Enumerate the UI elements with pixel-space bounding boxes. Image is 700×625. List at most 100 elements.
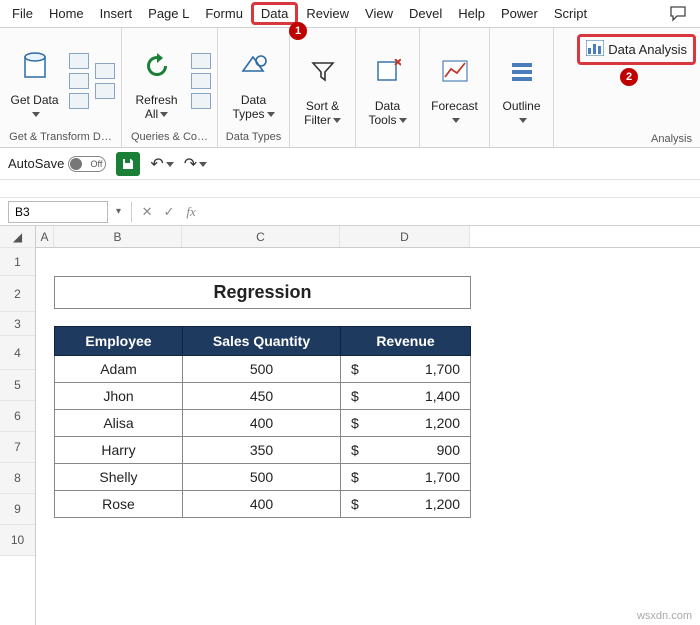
menu-pagel[interactable]: Page L (140, 2, 197, 25)
group-label-data-types: Data Types (224, 129, 283, 145)
cell-qty[interactable]: 400 (183, 491, 341, 518)
table-row[interactable]: Jhon450$1,400 (55, 383, 471, 410)
cell-revenue[interactable]: $1,700 (341, 356, 471, 383)
menu-help[interactable]: Help (450, 2, 493, 25)
menu-view[interactable]: View (357, 2, 401, 25)
grid-area[interactable]: ABCD Regression EmployeeSales QuantityRe… (36, 226, 700, 625)
ribbon-group-get-transform: Get Data Get & Transform D… (0, 28, 122, 147)
refresh-icon (143, 40, 171, 92)
table-row[interactable]: Harry350$900 (55, 437, 471, 464)
data-tools-button[interactable]: Data Tools (362, 44, 413, 130)
group-label-forecast (426, 141, 483, 145)
column-header[interactable]: D (340, 226, 470, 247)
cell-revenue[interactable]: $900 (341, 437, 471, 464)
formula-bar-row: ▾ ✕ ✓ fx (0, 198, 700, 226)
cell-revenue[interactable]: $1,200 (341, 410, 471, 437)
row-header[interactable]: 6 (0, 401, 35, 432)
save-button[interactable] (116, 152, 140, 176)
table-title: Regression (55, 277, 471, 309)
menu-home[interactable]: Home (41, 2, 92, 25)
cancel-formula-icon[interactable]: ✕ (136, 204, 158, 220)
data-analysis-label: Data Analysis (608, 42, 687, 57)
data-types-icon (239, 40, 269, 92)
row-header[interactable]: 4 (0, 336, 35, 370)
cell-employee[interactable]: Adam (55, 356, 183, 383)
data-types-button[interactable]: Data Types (224, 38, 283, 124)
row-header[interactable]: 2 (0, 276, 35, 312)
row-header[interactable]: 1 (0, 248, 35, 276)
select-all-corner[interactable]: ◢ (0, 226, 35, 248)
sort-filter-button[interactable]: Sort & Filter (296, 44, 349, 130)
table-row[interactable]: Alisa400$1,200 (55, 410, 471, 437)
cell-employee[interactable]: Jhon (55, 383, 183, 410)
column-header[interactable]: C (182, 226, 340, 247)
table-header: Revenue (341, 327, 471, 356)
get-transform-small-buttons-2[interactable] (95, 63, 115, 99)
column-header[interactable]: A (36, 226, 54, 247)
autosave-toggle[interactable]: AutoSave Off (8, 156, 106, 172)
get-transform-small-buttons[interactable] (69, 53, 89, 109)
table-header: Employee (55, 327, 183, 356)
data-analysis-button[interactable]: Data Analysis (577, 34, 696, 65)
row-header[interactable]: 10 (0, 525, 35, 556)
group-label-outline (496, 141, 547, 145)
forecast-label: Forecast (431, 99, 478, 113)
get-data-button[interactable]: Get Data (6, 38, 63, 124)
outline-button[interactable]: Outline (496, 44, 547, 130)
group-label-sort-filter (296, 141, 349, 145)
column-header[interactable]: B (54, 226, 182, 247)
menu-script[interactable]: Script (546, 2, 595, 25)
menu-insert[interactable]: Insert (92, 2, 141, 25)
cell-qty[interactable]: 450 (183, 383, 341, 410)
cell-employee[interactable]: Rose (55, 491, 183, 518)
cell-employee[interactable]: Shelly (55, 464, 183, 491)
cell-employee[interactable]: Harry (55, 437, 183, 464)
cell-employee[interactable]: Alisa (55, 410, 183, 437)
menu-file[interactable]: File (4, 2, 41, 25)
fx-icon[interactable]: fx (180, 204, 202, 220)
row-header[interactable]: 3 (0, 312, 35, 336)
menu-power[interactable]: Power (493, 2, 546, 25)
ribbon-group-outline: Outline (490, 28, 554, 147)
table-header: Sales Quantity (183, 327, 341, 356)
cell-revenue[interactable]: $1,400 (341, 383, 471, 410)
undo-button[interactable]: ↶ (150, 154, 173, 174)
name-box[interactable] (8, 201, 108, 223)
table-row[interactable]: Shelly500$1,700 (55, 464, 471, 491)
queries-small-buttons[interactable] (191, 53, 211, 109)
data-analysis-icon (586, 40, 604, 59)
regression-table: Regression EmployeeSales QuantityRevenue… (54, 276, 471, 518)
ribbon-group-queries: Refresh All Queries & Co… (122, 28, 218, 147)
row-header[interactable]: 5 (0, 370, 35, 401)
menu-formu[interactable]: Formu (197, 2, 251, 25)
annotation-badge-2: 2 (620, 68, 638, 86)
refresh-all-button[interactable]: Refresh All (128, 38, 185, 124)
ribbon-group-sort-filter: Sort & Filter (290, 28, 356, 147)
refresh-all-label: Refresh All (135, 93, 177, 121)
menu-review[interactable]: Review (298, 2, 357, 25)
data-tools-label: Data Tools (368, 99, 400, 127)
menu-bar: FileHomeInsertPage LFormuDataReviewViewD… (0, 0, 700, 28)
redo-button[interactable]: ↷ (184, 154, 207, 174)
cell-qty[interactable]: 500 (183, 464, 341, 491)
comments-icon[interactable] (662, 2, 696, 26)
menu-devel[interactable]: Devel (401, 2, 450, 25)
outline-label: Outline (502, 99, 540, 113)
row-header[interactable]: 9 (0, 494, 35, 525)
row-header[interactable]: 8 (0, 463, 35, 494)
enter-formula-icon[interactable]: ✓ (158, 204, 180, 220)
table-row[interactable]: Adam500$1,700 (55, 356, 471, 383)
cell-revenue[interactable]: $1,700 (341, 464, 471, 491)
forecast-button[interactable]: Forecast (426, 44, 483, 130)
menu-data[interactable]: Data (251, 2, 298, 25)
autosave-label: AutoSave (8, 156, 64, 171)
cell-qty[interactable]: 400 (183, 410, 341, 437)
cell-qty[interactable]: 500 (183, 356, 341, 383)
cell-revenue[interactable]: $1,200 (341, 491, 471, 518)
row-header[interactable]: 7 (0, 432, 35, 463)
chevron-down-icon[interactable]: ▾ (116, 206, 127, 217)
cell-qty[interactable]: 350 (183, 437, 341, 464)
group-label-analysis: Analysis (651, 133, 692, 145)
table-row[interactable]: Rose400$1,200 (55, 491, 471, 518)
watermark: wsxdn.com (637, 610, 692, 622)
